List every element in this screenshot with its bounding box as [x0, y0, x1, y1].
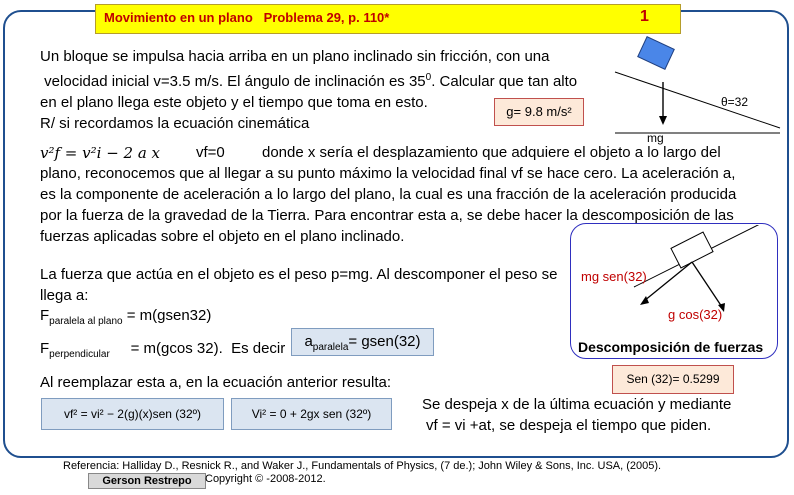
copyright-text: Copyright © -2008-2012. — [205, 473, 326, 485]
decomposition-caption: Descomposición de fuerzas — [578, 339, 764, 355]
conclusion-line-1: Se despeja x de la última ecuación y med… — [422, 396, 732, 413]
explanation-line-2: plano, reconocemos que al llegar a su pu… — [40, 165, 736, 182]
gravity-box: g= 9.8 m/s² — [494, 98, 584, 126]
intro-line-1: Un bloque se impulsa hacia arriba en un … — [40, 48, 550, 65]
conclusion-line-2: vf = vi +at, se despeja el tiempo que pi… — [426, 417, 712, 434]
a-parallel-box: aparalela= gsen(32) — [291, 328, 434, 356]
decomposition-diagram: mg sen(32) g cos(32) — [581, 225, 760, 322]
author-badge: Gerson Restrepo — [88, 473, 206, 489]
weight-arrowhead — [659, 116, 667, 125]
perpendicular-force: Fperpendicular = m(gcos 32). Es decir — [40, 338, 285, 365]
g-cos-arrow — [691, 261, 723, 308]
intro-line-2: velocidad inicial v=3.5 m/s. El ángulo d… — [40, 67, 600, 92]
parallel-value: = m(gsen32) — [122, 307, 212, 324]
inclined-plane-diagram: θ=32 mg — [614, 36, 781, 145]
perp-sub: perpendicular — [49, 349, 110, 360]
forces-line-2: llega a: — [40, 287, 89, 304]
perp-value: = m(gcos 32). Es decir — [109, 340, 286, 357]
intro-line-2-text: velocidad inicial v=3.5 m/s. El ángulo d… — [44, 73, 426, 90]
angle-label: θ=32 — [721, 95, 748, 109]
equation-box-1: vf² = vi² − 2(g)(x)sen (32º) — [41, 398, 224, 430]
header-title: Movimiento en un plano Problema 29, p. 1… — [104, 10, 390, 25]
incline-line — [614, 71, 781, 129]
a-sub: paralela — [312, 342, 349, 353]
perp-f: F — [40, 340, 50, 357]
forces-line-1: La fuerza que actúa en el objeto es el p… — [40, 266, 558, 283]
replace-line: Al reemplazar esta a, en la ecuación ant… — [40, 374, 392, 391]
parallel-sub: paralela al plano — [49, 316, 123, 327]
a-label: a — [304, 333, 313, 350]
block — [637, 36, 675, 70]
explanation-line-3: es la componente de aceleración a lo lar… — [40, 186, 737, 203]
conclusion-paragraph: Se despeja x de la última ecuación y med… — [422, 394, 772, 436]
equation-box-2: Vi² = 0 + 2gx sen (32º) — [231, 398, 392, 430]
g-cos-label: g cos(32) — [668, 307, 722, 322]
a-value: = gsen(32) — [348, 333, 421, 350]
mg-sen-label: mg sen(32) — [581, 269, 647, 284]
mg-sen-arrow — [643, 261, 693, 302]
sen-box: Sen (32)= 0.5299 — [612, 365, 734, 394]
page-number: 1 — [640, 8, 649, 25]
parallel-f: F — [40, 307, 50, 324]
intro-line-2-end: . Calcular que tan alto — [431, 73, 578, 90]
parallel-force: Fparalela al plano = m(gsen32) — [40, 305, 211, 332]
reference-text: Referencia: Halliday D., Resnick R., and… — [63, 460, 662, 472]
explanation-line-1: donde x sería el desplazamiento que adqu… — [262, 144, 721, 161]
forces-paragraph: La fuerza que actúa en el objeto es el p… — [40, 264, 570, 306]
